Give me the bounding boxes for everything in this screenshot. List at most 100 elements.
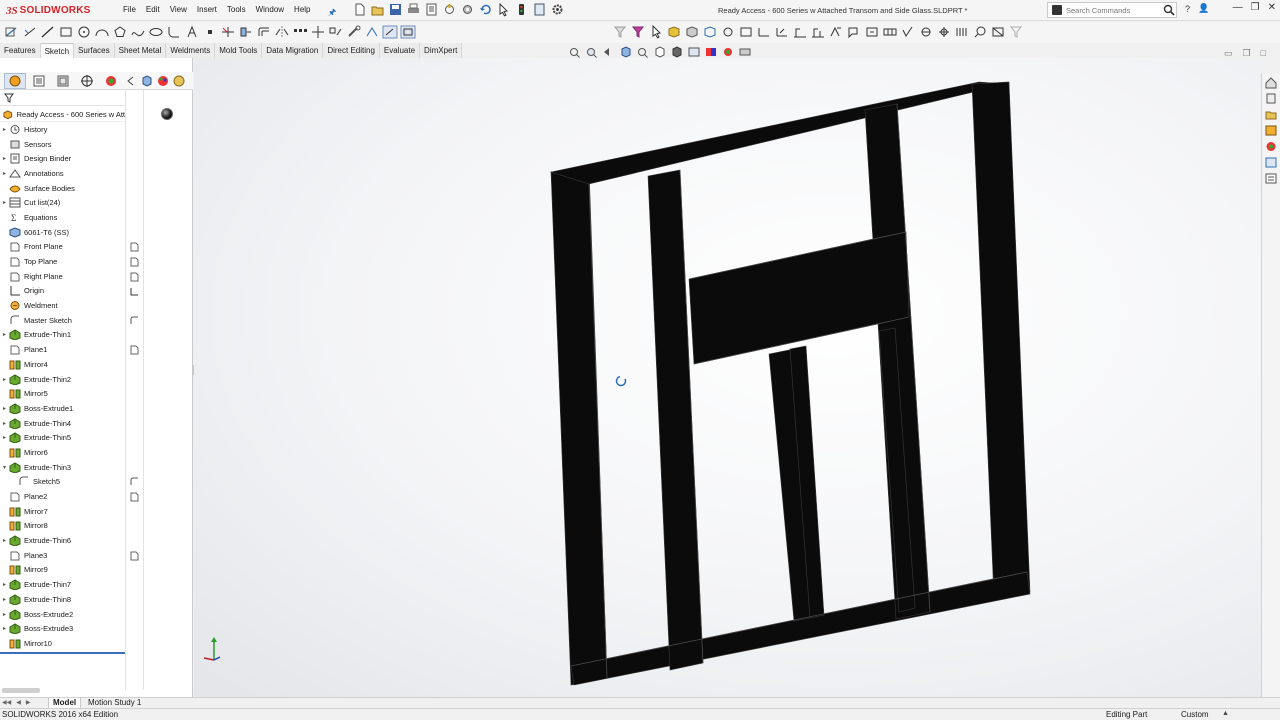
appearances-scenes-icon[interactable]	[1264, 140, 1278, 153]
menu-file[interactable]: File	[118, 5, 141, 14]
tab-features[interactable]: Features	[0, 43, 41, 58]
view-palette-icon[interactable]	[1264, 172, 1278, 185]
geometric-tolerance-filter-icon[interactable]	[882, 25, 898, 39]
smart-dimension-icon[interactable]	[22, 25, 38, 39]
tree-item[interactable]: ▸ Extrude-Thin5	[0, 430, 125, 445]
face-filter-icon[interactable]	[684, 25, 700, 39]
expand-arrow-icon[interactable]: ▸	[0, 155, 9, 162]
axis-triad-icon[interactable]	[200, 634, 226, 664]
expand-arrow-icon[interactable]: ▸	[0, 581, 9, 588]
tree-item[interactable]: Weldment	[0, 298, 125, 313]
graphics-area[interactable]	[194, 58, 1261, 697]
dynamic-annotation-icon[interactable]	[636, 46, 650, 58]
block-filter-icon[interactable]	[990, 25, 1006, 39]
custom-properties-icon[interactable]	[1264, 156, 1278, 169]
open-icon[interactable]	[370, 2, 385, 17]
menu-window[interactable]: Window	[251, 5, 289, 14]
user-icon[interactable]: 👤	[1198, 3, 1209, 14]
expand-arrow-icon[interactable]: ▸	[0, 170, 9, 177]
tree-item[interactable]: ▸ Extrude-Thin7	[0, 577, 125, 592]
minimize-icon[interactable]: —	[1233, 2, 1243, 13]
tab-evaluate[interactable]: Evaluate	[379, 43, 421, 58]
tab-data-migration[interactable]: Data Migration	[262, 43, 324, 58]
help-icon[interactable]: ?	[1185, 4, 1190, 14]
repair-sketch-icon[interactable]	[346, 25, 362, 39]
viewport-maximize-icon[interactable]: □	[1261, 48, 1266, 59]
text-icon[interactable]	[184, 25, 200, 39]
trim-icon[interactable]	[220, 25, 236, 39]
pin-menu-icon[interactable]: 🖈	[328, 5, 336, 21]
expand-arrow-icon[interactable]: ▸	[0, 596, 9, 603]
sketch-icon[interactable]	[4, 25, 20, 39]
solidworks-logo[interactable]: 3S SOLIDWORKS	[6, 3, 91, 18]
tree-item[interactable]: Mirror8	[0, 519, 125, 534]
tree-filter-icon[interactable]	[4, 93, 14, 103]
expand-arrow-icon[interactable]: ▸	[0, 405, 9, 412]
tab-direct-editing[interactable]: Direct Editing	[323, 43, 380, 58]
tree-item[interactable]: ▸ Cut list(24)	[0, 195, 125, 210]
expand-arrow-icon[interactable]: ▸	[0, 611, 9, 618]
file-explorer-pane-icon[interactable]	[1264, 124, 1278, 137]
filter-options-icon[interactable]	[1008, 25, 1024, 39]
tree-filter-row[interactable]	[0, 90, 125, 106]
ellipse-icon[interactable]	[148, 25, 164, 39]
tab-mold-tools[interactable]: Mold Tools	[215, 43, 263, 58]
search-icon[interactable]	[1162, 3, 1176, 17]
cube-view-icon[interactable]	[140, 73, 154, 89]
tree-item[interactable]: Plane2	[0, 489, 125, 504]
search-commands-field[interactable]: Search Commands	[1047, 2, 1177, 18]
fillet-icon[interactable]	[166, 25, 182, 39]
tree-item[interactable]: Mirror7	[0, 504, 125, 519]
home-icon[interactable]	[1264, 76, 1278, 89]
apply-scene-icon[interactable]	[721, 46, 735, 58]
appearance-sphere-icon[interactable]	[161, 108, 173, 120]
expand-arrow-icon[interactable]: ▸	[0, 331, 9, 338]
appearance-icon[interactable]	[156, 73, 170, 89]
rapid-sketch-icon[interactable]	[382, 25, 398, 39]
tree-item[interactable]: ▸ History	[0, 122, 125, 137]
weld-filter-icon[interactable]	[828, 25, 844, 39]
tree-item[interactable]: Mirror9	[0, 563, 125, 578]
select-icon[interactable]	[496, 2, 511, 17]
dimension-filter-icon[interactable]	[774, 25, 790, 39]
annotation-filter-icon[interactable]	[792, 25, 808, 39]
menu-view[interactable]: View	[165, 5, 192, 14]
design-library-icon[interactable]	[1264, 108, 1278, 121]
sketch-filter-icon[interactable]	[738, 25, 754, 39]
convert-entities-icon[interactable]	[238, 25, 254, 39]
tree-item[interactable]: ▸ Extrude-Thin1	[0, 328, 125, 343]
menu-insert[interactable]: Insert	[192, 5, 222, 14]
save-icon[interactable]	[388, 2, 403, 17]
tree-item[interactable]: ▸ Boss-Extrude3	[0, 621, 125, 636]
point-icon[interactable]	[202, 25, 218, 39]
panel-nav-arrows-icon[interactable]	[124, 73, 138, 89]
body-filter-icon[interactable]	[666, 25, 682, 39]
next-tab-icon[interactable]: ▶	[26, 699, 31, 706]
plane-visibility-icon[interactable]	[129, 241, 139, 252]
tree-item[interactable]: Mirror10	[0, 636, 125, 651]
surface-filter-icon[interactable]	[810, 25, 826, 39]
unit-system-button[interactable]: Custom	[1181, 710, 1209, 719]
tree-item[interactable]: ▸ Annotations	[0, 166, 125, 181]
display-relations-icon[interactable]	[328, 25, 344, 39]
hide-show-items-icon[interactable]	[687, 46, 701, 58]
balloon-filter-icon[interactable]	[972, 25, 988, 39]
arc-icon[interactable]	[94, 25, 110, 39]
tree-item[interactable]: ▸ Boss-Extrude2	[0, 607, 125, 622]
polygon-icon[interactable]	[112, 25, 128, 39]
plane-visibility-icon[interactable]	[129, 271, 139, 282]
rollback-bar[interactable]	[0, 651, 125, 654]
door-frame-model[interactable]	[194, 58, 1261, 697]
file-explorer-icon[interactable]	[532, 2, 547, 17]
print-icon[interactable]	[406, 2, 421, 17]
display-style-icon[interactable]	[670, 46, 684, 58]
expand-arrow-icon[interactable]: ▸	[0, 199, 9, 206]
scene-icon[interactable]	[172, 73, 186, 89]
expand-arrow-icon[interactable]: ▸	[0, 126, 9, 133]
plane-visibility-icon[interactable]	[129, 491, 139, 502]
tree-item[interactable]: ▸ Extrude-Thin2	[0, 372, 125, 387]
tree-item[interactable]: ▸ Extrude-Thin6	[0, 533, 125, 548]
plane-visibility-icon[interactable]	[129, 344, 139, 355]
tree-item[interactable]: Plane3	[0, 548, 125, 563]
undo-icon[interactable]	[478, 2, 493, 17]
